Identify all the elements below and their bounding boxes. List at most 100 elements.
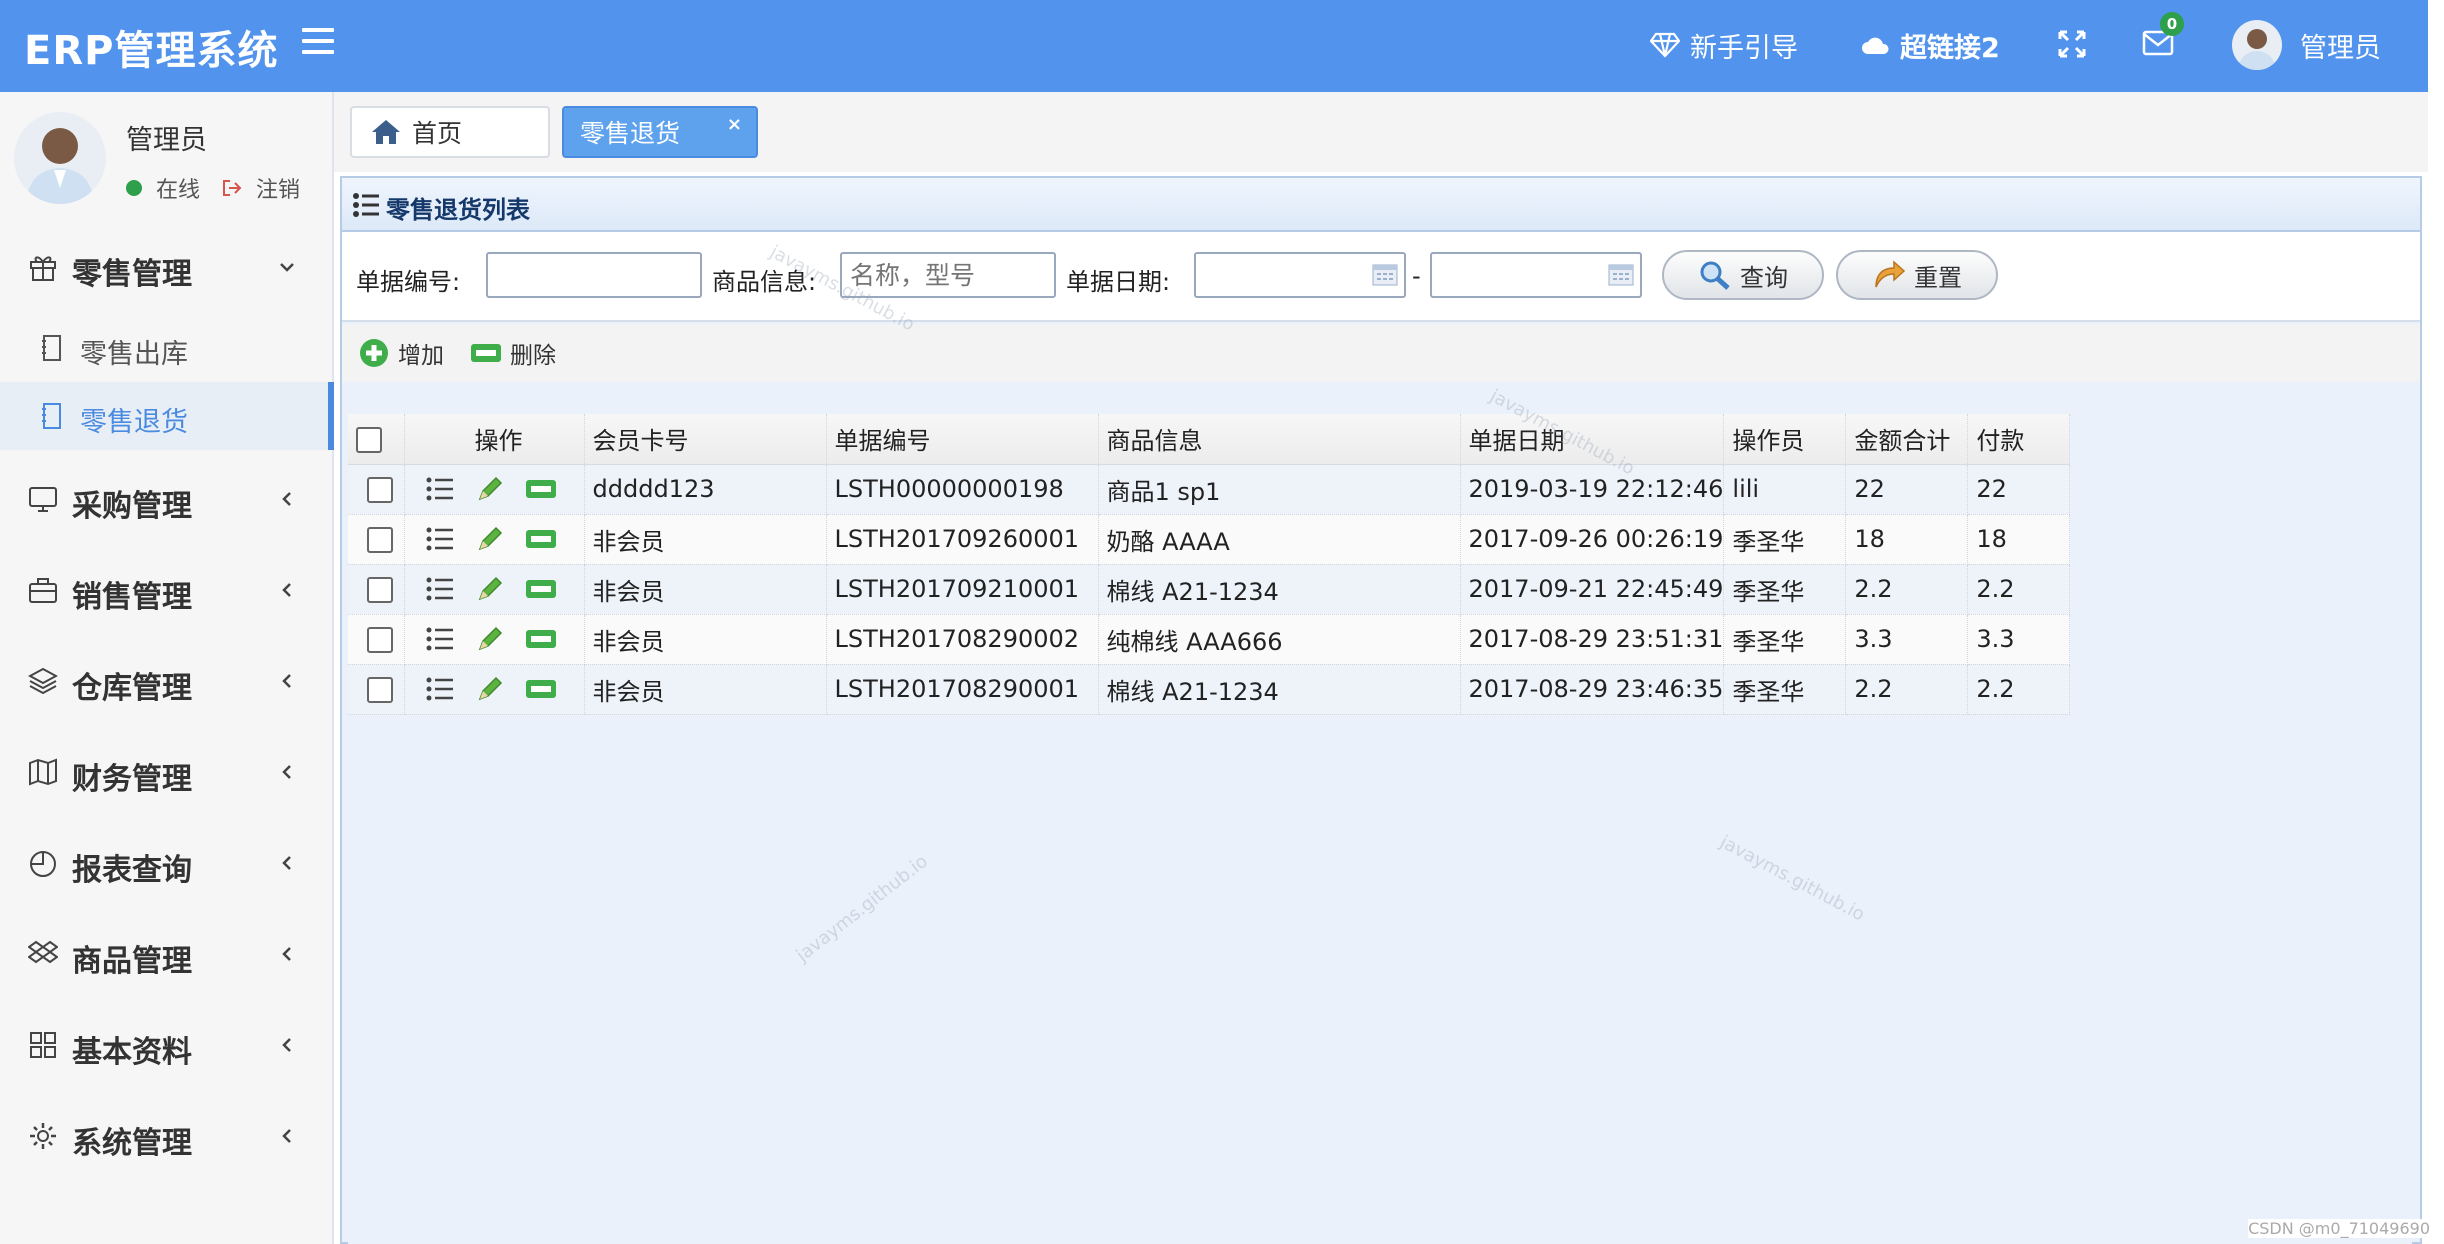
row-select-cell (348, 614, 405, 665)
delete-button[interactable]: 删除 (470, 336, 556, 370)
delete-row-icon[interactable] (525, 528, 557, 550)
select-all-checkbox[interactable] (356, 426, 382, 453)
chevron-left-icon (282, 765, 291, 779)
col-amount-total[interactable]: 金额合计 (1845, 414, 1969, 465)
user-avatar[interactable] (2232, 20, 2282, 70)
row-select-cell (348, 564, 405, 615)
calendar-icon[interactable] (1608, 263, 1634, 287)
reset-button[interactable]: 重置 (1836, 250, 1998, 300)
data-grid: 操作 会员卡号 单据编号 商品信息 单据日期 操作员 金额合计 付款 ddddd… (348, 414, 2412, 1244)
delete-label: 删除 (510, 343, 556, 369)
row-select-cell (348, 514, 405, 565)
search-bar: 单据编号: 商品信息: 单据日期: - 查询 重置 (342, 232, 2420, 322)
briefcase-icon (29, 578, 57, 603)
query-button[interactable]: 查询 (1662, 250, 1824, 300)
col-member-card[interactable]: 会员卡号 (584, 414, 827, 465)
edit-pencil-icon[interactable] (475, 574, 505, 604)
col-payment[interactable]: 付款 (1967, 414, 2071, 465)
col-doc-number[interactable]: 单据编号 (826, 414, 1099, 465)
cell-doc-date: 2017-08-29 23:51:31 (1460, 614, 1725, 665)
delete-row-icon[interactable] (525, 678, 557, 700)
tab-bar: 首页 零售退货 × (334, 92, 2428, 172)
detail-list-icon[interactable] (425, 626, 455, 652)
tab-retail-return-label: 零售退货 (580, 119, 681, 148)
user-panel: 管理员 在线 注销 (0, 92, 334, 222)
edit-pencil-icon[interactable] (475, 524, 505, 554)
cell-goods-info: 棉线 A21-1234 (1098, 564, 1461, 615)
sidebar: 管理员 在线 注销 零售管理 零售出库 零售退货 采购管理 销售管理 仓库管理 … (0, 92, 334, 1244)
menu-finance-label: 财务管理 (72, 762, 192, 797)
table-row[interactable]: 非会员 LSTH201708290001 棉线 A21-1234 2017-08-29… (348, 664, 2071, 715)
calendar-icon[interactable] (1372, 263, 1398, 287)
submenu-retail-return[interactable]: 零售退货 (0, 382, 334, 450)
app-logo[interactable]: ERP管理系统 (24, 18, 278, 76)
menu-purchase[interactable]: 采购管理 (0, 464, 334, 534)
add-button[interactable]: 增加 (358, 336, 444, 370)
row-checkbox[interactable] (366, 577, 393, 603)
table-row[interactable]: ddddd123 LSTH00000000198 商品1 sp1 2019-03-19… (348, 464, 2071, 515)
submenu-retail-out[interactable]: 零售出库 (0, 314, 334, 382)
detail-list-icon[interactable] (425, 526, 455, 552)
menu-reports-label: 报表查询 (72, 853, 192, 888)
cell-member-card: 非会员 (584, 514, 827, 565)
guide-link[interactable]: 新手引导 (1650, 24, 1798, 66)
number-label: 单据编号: (356, 268, 461, 296)
menu-goods[interactable]: 商品管理 (0, 919, 334, 989)
menu-warehouse[interactable]: 仓库管理 (0, 646, 334, 716)
col-goods-info[interactable]: 商品信息 (1098, 414, 1461, 465)
end-date-field[interactable] (1430, 252, 1642, 298)
menu-purchase-label: 采购管理 (72, 489, 192, 524)
sign-out-icon (223, 180, 242, 196)
delete-row-icon[interactable] (525, 478, 557, 500)
menu-finance[interactable]: 财务管理 (0, 737, 334, 807)
menu-retail[interactable]: 零售管理 (0, 232, 334, 302)
main-content: 首页 零售退货 × 零售退货列表 单据编号: 商品信息: 单据日期: - (334, 92, 2428, 1244)
tab-home[interactable]: 首页 (350, 106, 550, 158)
goods-input[interactable] (840, 252, 1056, 298)
tab-close-icon[interactable]: × (727, 114, 742, 135)
diamond-icon (1650, 32, 1680, 58)
row-checkbox[interactable] (366, 527, 393, 553)
menu-sales[interactable]: 销售管理 (0, 555, 334, 625)
edit-pencil-icon[interactable] (475, 624, 505, 654)
delete-row-icon[interactable] (525, 628, 557, 650)
number-input[interactable] (486, 252, 702, 298)
cell-doc-date: 2017-08-29 23:46:35 (1460, 664, 1725, 715)
chevron-left-icon (282, 1129, 291, 1143)
detail-list-icon[interactable] (425, 676, 455, 702)
delete-row-icon[interactable] (525, 578, 557, 600)
start-date-field[interactable] (1194, 252, 1406, 298)
user-menu[interactable]: 管理员 (2300, 24, 2381, 66)
cloud-icon (1862, 37, 1889, 54)
edit-pencil-icon[interactable] (475, 674, 505, 704)
menu-system[interactable]: 系统管理 (0, 1101, 334, 1171)
date-separator: - (1412, 262, 1421, 290)
tab-retail-return[interactable]: 零售退货 × (562, 106, 758, 158)
menu-reports[interactable]: 报表查询 (0, 828, 334, 898)
row-select-cell (348, 664, 405, 715)
menu-toggle-icon[interactable] (302, 28, 334, 60)
row-actions (413, 574, 584, 604)
chevron-left-icon (282, 1038, 291, 1052)
menu-sales-label: 销售管理 (72, 580, 192, 615)
list-icon (353, 193, 379, 217)
row-checkbox[interactable] (366, 477, 393, 503)
cell-amount-total: 3.3 (1845, 614, 1969, 665)
cell-goods-info: 纯棉线 AAA666 (1098, 614, 1461, 665)
edit-pencil-icon[interactable] (475, 474, 505, 504)
table-row[interactable]: 非会员 LSTH201709210001 棉线 A21-1234 2017-09-21… (348, 564, 2071, 615)
row-checkbox[interactable] (366, 627, 393, 653)
col-ops[interactable]: 操作 (404, 414, 585, 465)
table-row[interactable]: 非会员 LSTH201708290002 纯棉线 AAA666 2017-08-29 … (348, 614, 2071, 665)
menu-basic-data[interactable]: 基本资料 (0, 1010, 334, 1080)
row-checkbox[interactable] (366, 677, 393, 703)
table-row[interactable]: 非会员 LSTH201709260001 奶酪 AAAA 2017-09-26 00:… (348, 514, 2071, 565)
detail-list-icon[interactable] (425, 576, 455, 602)
detail-list-icon[interactable] (425, 476, 455, 502)
logout-link[interactable]: 注销 (222, 172, 300, 204)
col-operator[interactable]: 操作员 (1723, 414, 1847, 465)
hyperlink-2[interactable]: 超链接2 (1860, 24, 2000, 66)
menu-basic-data-label: 基本资料 (72, 1035, 192, 1070)
fullscreen-icon[interactable] (2058, 30, 2086, 58)
row-actions (413, 474, 584, 504)
